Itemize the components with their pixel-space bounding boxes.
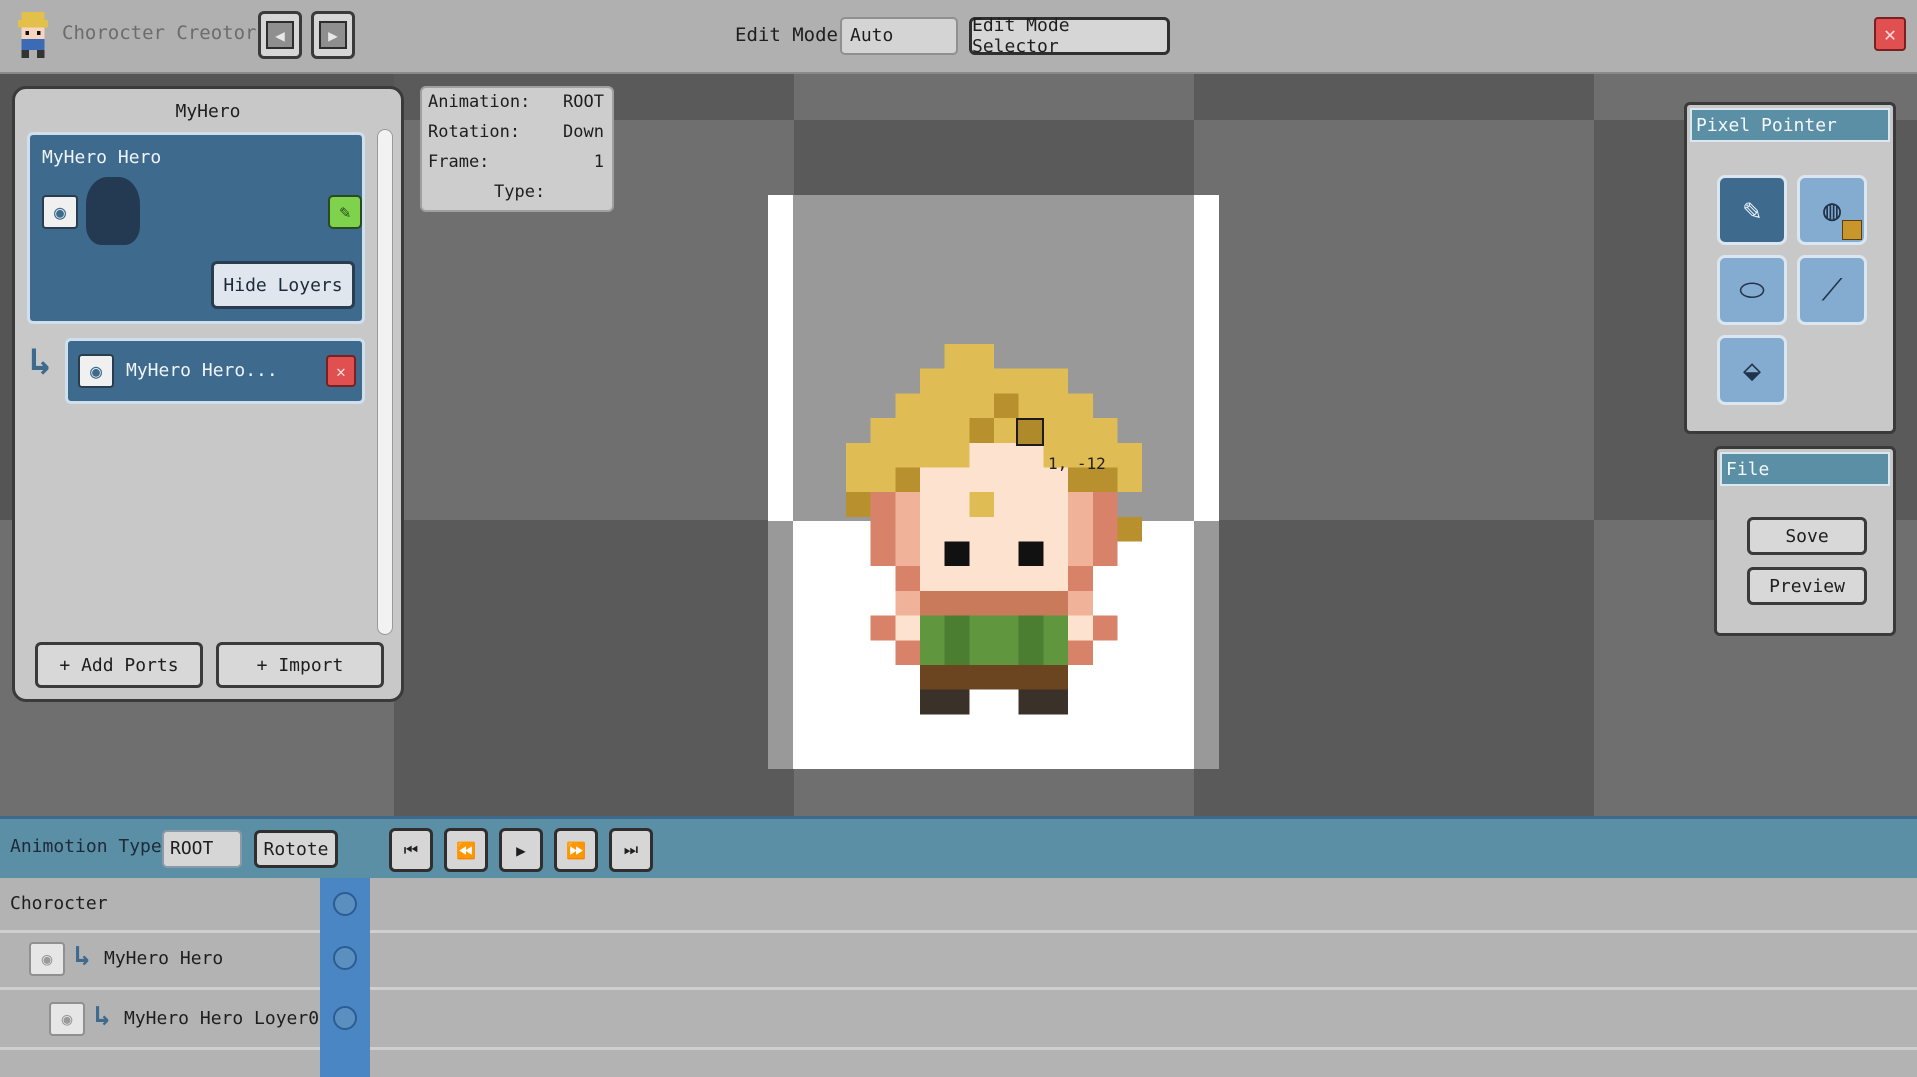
checker-tile (1194, 74, 1594, 120)
body (870, 590, 1118, 715)
first-frame-button[interactable]: ⏮ (389, 828, 433, 872)
part-thumbnail (86, 177, 140, 245)
child-arrow-icon: ↳ (94, 999, 111, 1032)
part-card[interactable]: MyHero Hero ◉ ✎ Hide Loyers (27, 132, 365, 324)
eraser-icon: ⬭ (1739, 272, 1765, 308)
eye-icon: ◉ (41, 948, 53, 970)
hide-layers-button[interactable]: Hide Loyers (211, 261, 355, 309)
brush-tool-button[interactable]: ✎ (1717, 175, 1787, 245)
fill-bucket-icon: ⬙ (1742, 352, 1762, 388)
pixel-cursor (1016, 418, 1044, 446)
layer-label: MyHero Hero... (126, 360, 278, 381)
visibility-toggle-button[interactable]: ◉ (42, 195, 78, 229)
timeline-row (0, 1050, 1917, 1077)
keyframe-marker[interactable] (333, 946, 357, 970)
previous-frame-button[interactable]: ⏪ (444, 828, 488, 872)
edit-mode-field[interactable]: Auto (840, 17, 958, 55)
timeline-row[interactable]: ◉ ↳ MyHero Hero Loyer0 (0, 990, 1917, 1050)
next-frame-button[interactable]: ⏩ (554, 828, 598, 872)
skip-to-end-icon: ⏭ (623, 840, 639, 859)
checker-tile (794, 74, 1194, 120)
rotation-label: Rotation: (428, 122, 521, 142)
rotate-button[interactable]: Rotote (254, 830, 338, 868)
animation-value: ROOT (563, 92, 604, 112)
edit-part-button[interactable]: ✎ (328, 195, 362, 229)
close-icon: ✕ (336, 361, 346, 381)
preview-button[interactable]: Preview (1747, 567, 1867, 605)
keyframe-marker[interactable] (333, 892, 357, 916)
parts-panel-title: MyHero (175, 101, 241, 122)
layer-row[interactable]: ◉ MyHero Hero... ✕ (65, 338, 365, 404)
checker-tile (1194, 120, 1594, 520)
color-picker-button[interactable]: ◍ (1797, 175, 1867, 245)
checker-tile (1194, 520, 1594, 816)
cursor-coordinates: 1, -12 (1048, 454, 1106, 473)
child-arrow-icon: ↳ (29, 339, 52, 383)
parts-scrollbar[interactable] (377, 129, 393, 635)
animation-type-label: Animotion Type (10, 836, 162, 857)
pixel-painter-title: Pixel Pointer (1690, 108, 1890, 142)
pixel-painter-panel: Pixel Pointer ✎ ◍ ⬭ ⟋ ⬙ (1684, 102, 1896, 434)
edit-mode-label: Edit Mode (735, 24, 838, 46)
undo-button[interactable]: ◀ (258, 11, 302, 59)
timeline-row-label: MyHero Hero Loyer0 (124, 1008, 320, 1029)
undo-icon: ◀ (266, 21, 294, 49)
row-visibility-button[interactable]: ◉ (49, 1002, 85, 1036)
app-logo-icon (17, 12, 49, 58)
palette-icon: ◍ (1822, 192, 1842, 228)
pencil-icon: ✎ (339, 201, 351, 223)
save-button[interactable]: Sove (1747, 517, 1867, 555)
file-panel-title: File (1720, 452, 1890, 486)
frame-info-box: Animation: ROOT Rotation: Down Frame: 1 … (420, 86, 614, 212)
timeline-row-label: Chorocter (10, 893, 108, 914)
layer-visibility-button[interactable]: ◉ (78, 354, 114, 388)
skip-to-start-icon: ⏮ (403, 840, 419, 859)
child-arrow-icon: ↳ (74, 939, 91, 972)
animation-label: Animation: (428, 92, 531, 112)
import-button[interactable]: + Import (216, 642, 384, 688)
eyedropper-tool-button[interactable]: ⟋ (1797, 255, 1867, 325)
character-sprite[interactable] (843, 344, 1145, 739)
file-panel: File Sove Preview (1714, 446, 1896, 636)
animation-type-field[interactable]: ROOT (162, 830, 242, 868)
step-back-icon: ⏪ (456, 840, 476, 860)
fill-tool-button[interactable]: ⬙ (1717, 335, 1787, 405)
selected-color-swatch (1842, 220, 1862, 240)
step-forward-icon: ⏩ (566, 840, 586, 860)
redo-button[interactable]: ▶ (311, 11, 355, 59)
play-button[interactable]: ▶ (499, 828, 543, 872)
eye-icon: ◉ (53, 200, 67, 224)
brush-icon: ✎ (1742, 192, 1762, 228)
close-icon: ✕ (1883, 22, 1897, 46)
last-frame-button[interactable]: ⏭ (609, 828, 653, 872)
close-app-button[interactable]: ✕ (1874, 17, 1906, 51)
play-icon: ▶ (516, 840, 526, 860)
checker-tile (394, 520, 794, 816)
timeline-header: Animotion Type ROOT Rotote ⏮ ⏪ ▶ ⏩ ⏭ (0, 816, 1917, 878)
part-card-title: MyHero Hero (42, 147, 162, 168)
eyedropper-icon: ⟋ (1821, 272, 1843, 308)
eye-icon: ◉ (61, 1008, 73, 1030)
timeline-row[interactable]: Chorocter (0, 878, 1917, 933)
keyframe-marker[interactable] (333, 1006, 357, 1030)
animation-timeline: Animotion Type ROOT Rotote ⏮ ⏪ ▶ ⏩ ⏭ Cho… (0, 816, 1917, 1077)
edit-mode-selector-button[interactable]: Edit Mode Selector (969, 15, 1170, 57)
timeline-row-label: MyHero Hero (104, 948, 224, 969)
frame-value: 1 (593, 152, 604, 172)
eraser-tool-button[interactable]: ⬭ (1717, 255, 1787, 325)
frame-label: Frame: (428, 152, 490, 172)
eye-icon: ◉ (89, 359, 103, 383)
type-label: Type: (494, 182, 546, 202)
redo-icon: ▶ (319, 21, 347, 49)
rotation-value: Down (563, 122, 604, 142)
add-parts-button[interactable]: + Add Ports (35, 642, 203, 688)
delete-layer-button[interactable]: ✕ (326, 355, 356, 387)
row-visibility-button[interactable]: ◉ (29, 942, 65, 976)
app-title: Chorocter Creotor (62, 22, 257, 44)
parts-panel: MyHero MyHero Hero ◉ ✎ Hide Loyers ↳ ◉ M… (12, 86, 404, 702)
top-toolbar: Chorocter Creotor ◀ ▶ Edit Mode Auto Edi… (0, 0, 1917, 74)
timeline-row[interactable]: ◉ ↳ MyHero Hero (0, 933, 1917, 990)
